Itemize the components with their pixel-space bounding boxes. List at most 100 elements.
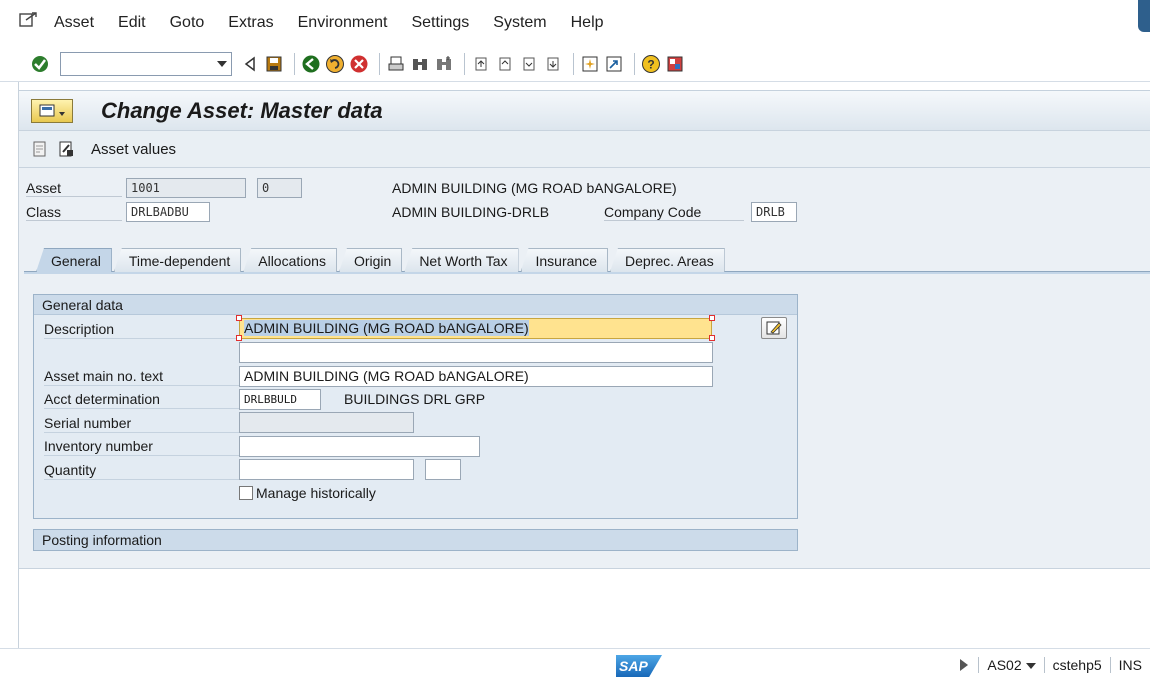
class-label: Class xyxy=(26,204,122,221)
menu-extras[interactable]: Extras xyxy=(228,14,273,32)
transaction-code-segment[interactable]: AS02 xyxy=(978,657,1043,673)
asset-main-text-field[interactable]: ADMIN BUILDING (MG ROAD bANGALORE) xyxy=(239,366,713,387)
menu-help[interactable]: Help xyxy=(571,14,604,32)
description-line2-field[interactable] xyxy=(239,342,713,363)
selection-handle xyxy=(236,315,242,321)
quantity-label: Quantity xyxy=(44,460,239,480)
print-button[interactable] xyxy=(386,54,406,74)
asset-number-field[interactable]: 1001 xyxy=(126,178,246,198)
back-arrow-icon xyxy=(302,55,320,72)
help-icon: ? xyxy=(642,54,660,73)
previous-page-button[interactable] xyxy=(495,54,515,74)
chevron-down-icon[interactable] xyxy=(1025,663,1036,670)
tab-insurance[interactable]: Insurance xyxy=(520,248,608,272)
print-icon xyxy=(388,56,404,70)
checkmark-icon xyxy=(32,55,48,72)
class-field[interactable]: DRLBADBU xyxy=(126,202,210,222)
shortcut-button[interactable] xyxy=(604,54,624,74)
last-page-icon xyxy=(547,57,559,70)
description-value: ADMIN BUILDING (MG ROAD bANGALORE) xyxy=(244,320,529,336)
first-page-button[interactable] xyxy=(471,54,491,74)
content-bottom-border xyxy=(19,568,1150,569)
layout-menu-button[interactable] xyxy=(665,54,685,74)
menu-goto[interactable]: Goto xyxy=(170,14,205,32)
menu-asset[interactable]: Asset xyxy=(54,14,94,32)
posting-information-heading: Posting information xyxy=(42,532,162,548)
menu-bar: Asset Edit Goto Extras Environment Setti… xyxy=(0,0,1150,46)
acct-determination-label: Acct determination xyxy=(44,389,239,409)
description-field[interactable]: ADMIN BUILDING (MG ROAD bANGALORE) xyxy=(239,318,712,339)
quantity-field[interactable] xyxy=(239,459,414,480)
previous-page-icon xyxy=(499,57,511,70)
last-page-button[interactable] xyxy=(543,54,563,74)
inventory-number-label: Inventory number xyxy=(44,436,239,456)
tab-net-worth-tax[interactable]: Net Worth Tax xyxy=(404,248,519,272)
expand-status-icon[interactable] xyxy=(960,659,969,671)
toolbar-separator xyxy=(379,52,380,75)
tab-deprec-areas[interactable]: Deprec. Areas xyxy=(609,248,725,272)
cancel-button[interactable] xyxy=(349,54,369,74)
tab-general[interactable]: General xyxy=(36,248,112,272)
other-asset-icon[interactable] xyxy=(31,140,49,158)
application-toolbar: Asset values xyxy=(19,130,1150,168)
description-label: Description xyxy=(44,319,239,339)
input-mode[interactable]: INS xyxy=(1109,657,1150,673)
long-text-button[interactable] xyxy=(761,317,787,339)
chevron-down-icon[interactable] xyxy=(217,60,227,67)
posting-information-group[interactable]: Posting information xyxy=(33,529,798,551)
acct-determination-text: BUILDINGS DRL GRP xyxy=(344,391,486,407)
server-name: cstehp5 xyxy=(1043,657,1110,673)
cancel-icon xyxy=(350,55,368,72)
inventory-number-field[interactable] xyxy=(239,436,480,457)
menu-system[interactable]: System xyxy=(493,14,546,32)
edit-pencil-icon xyxy=(766,321,782,335)
menu-environment[interactable]: Environment xyxy=(298,14,388,32)
find-button[interactable] xyxy=(410,54,430,74)
exit-button[interactable] xyxy=(325,54,345,74)
window-corner-decoration xyxy=(1138,0,1150,32)
help-button[interactable]: ? xyxy=(641,54,661,74)
asset-screen-icon xyxy=(39,104,65,116)
serial-number-label: Serial number xyxy=(44,413,239,433)
save-icon xyxy=(266,56,282,71)
asset-description-text: ADMIN BUILDING (MG ROAD bANGALORE) xyxy=(392,180,677,196)
title-bar: Change Asset: Master data xyxy=(19,90,1150,130)
system-menu-icon[interactable] xyxy=(18,11,38,29)
sap-logo: SAP xyxy=(616,655,662,677)
new-session-icon xyxy=(582,56,598,71)
back-button[interactable] xyxy=(301,54,321,74)
tab-time-dependent[interactable]: Time-dependent xyxy=(113,248,242,272)
class-description-text: ADMIN BUILDING-DRLB xyxy=(392,204,550,220)
sub-number-field[interactable]: 0 xyxy=(257,178,302,198)
quantity-unit-field[interactable] xyxy=(425,459,461,480)
selection-handle xyxy=(236,335,242,341)
next-page-icon xyxy=(523,57,535,70)
tab-strip: General Time-dependent Allocations Origi… xyxy=(36,248,727,272)
screen-icon[interactable] xyxy=(31,98,73,123)
tab-origin[interactable]: Origin xyxy=(338,248,403,272)
command-field[interactable] xyxy=(60,51,232,76)
menu-edit[interactable]: Edit xyxy=(118,14,146,32)
serial-number-field[interactable] xyxy=(239,412,414,433)
manage-historically-checkbox[interactable] xyxy=(239,486,253,500)
toolbar-separator xyxy=(634,52,635,75)
company-code-field[interactable]: DRLB xyxy=(751,202,797,222)
find-next-button[interactable] xyxy=(434,54,454,74)
asset-values-button[interactable]: Asset values xyxy=(91,141,176,158)
menu-settings[interactable]: Settings xyxy=(411,14,469,32)
shortcut-icon xyxy=(606,56,622,71)
display-change-icon[interactable] xyxy=(57,140,75,158)
create-session-button[interactable] xyxy=(580,54,600,74)
tab-allocations[interactable]: Allocations xyxy=(243,248,337,272)
asset-main-text-label: Asset main no. text xyxy=(44,366,239,386)
enter-button[interactable] xyxy=(30,54,50,74)
save-button[interactable] xyxy=(264,54,284,74)
collapse-button[interactable] xyxy=(240,54,260,74)
acct-determination-field[interactable]: DRLBBULD xyxy=(239,389,321,410)
next-page-button[interactable] xyxy=(519,54,539,74)
selection-handle xyxy=(709,335,715,341)
binoculars-icon xyxy=(413,58,427,70)
svg-text:?: ? xyxy=(647,57,654,71)
standard-toolbar: ? xyxy=(0,46,1150,82)
general-data-heading: General data xyxy=(34,295,797,315)
